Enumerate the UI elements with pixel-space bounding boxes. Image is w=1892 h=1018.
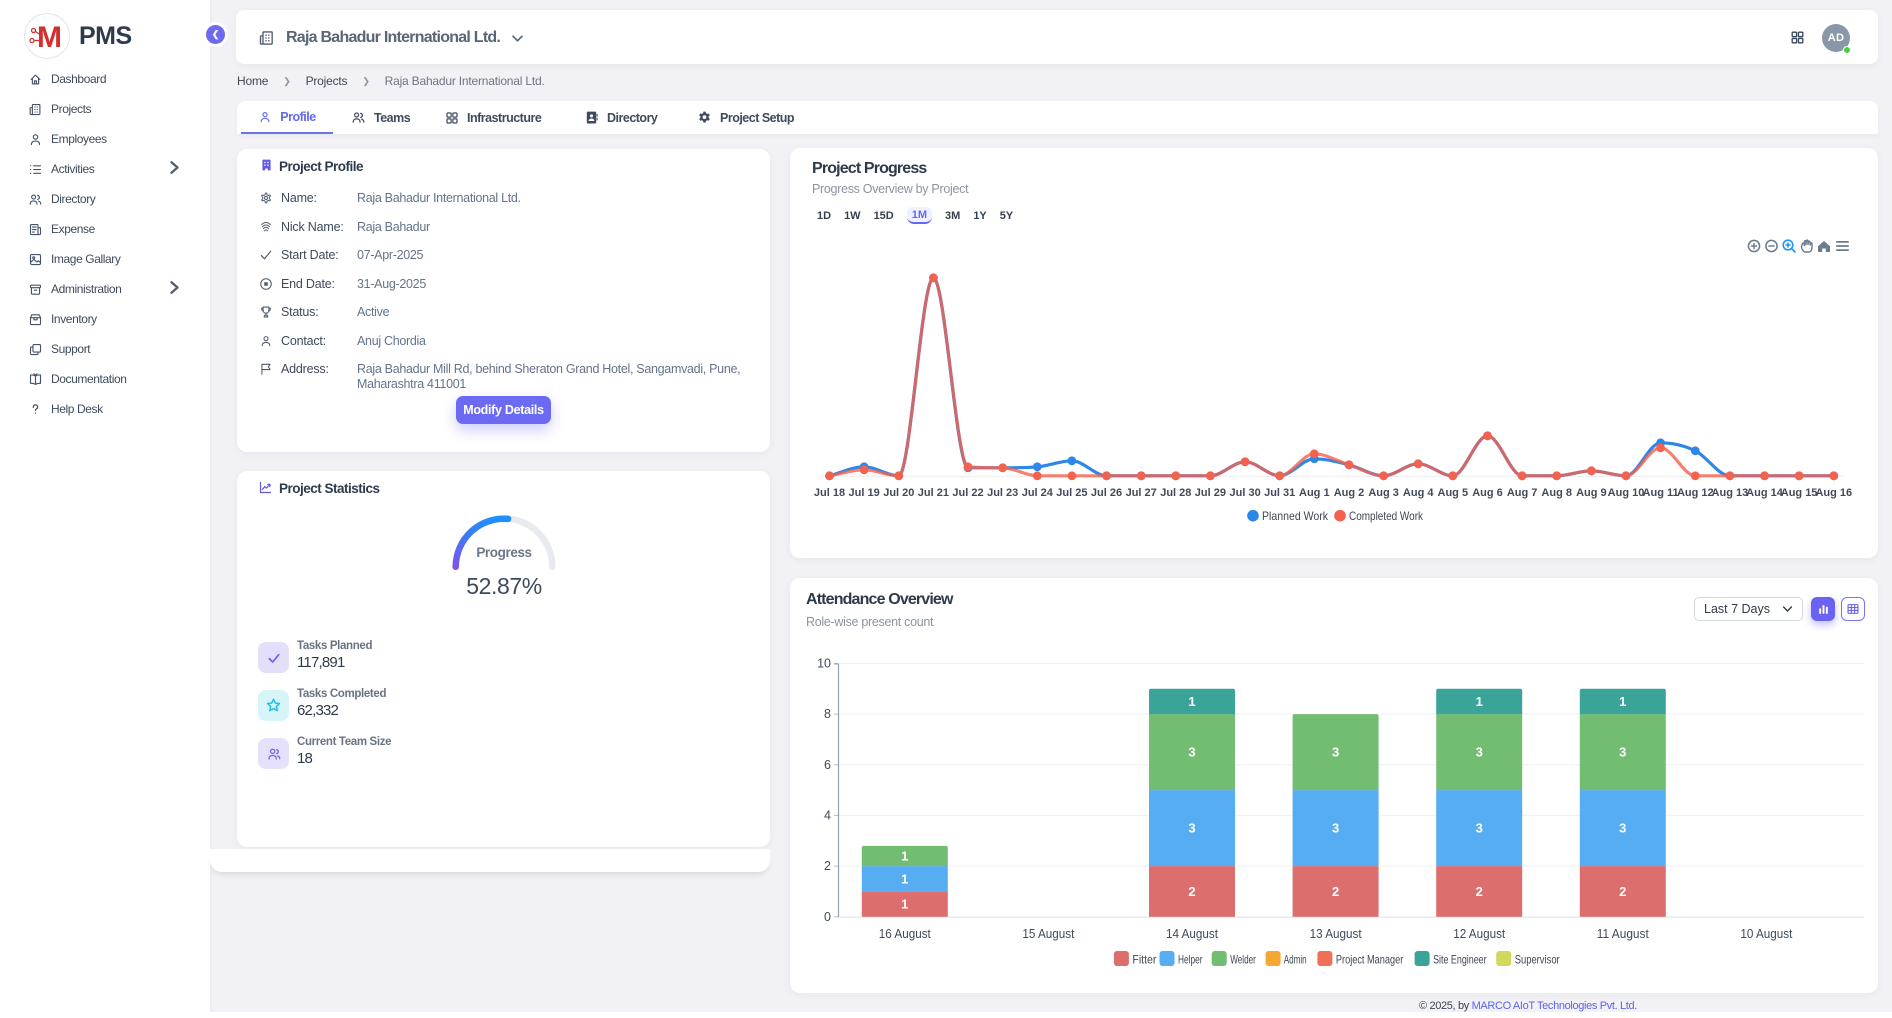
svg-text:Aug 5: Aug 5: [1438, 487, 1469, 499]
svg-text:1: 1: [901, 871, 908, 886]
svg-text:Jul 22: Jul 22: [952, 487, 983, 499]
svg-text:3: 3: [1332, 745, 1339, 760]
svg-text:Aug 15: Aug 15: [1781, 487, 1818, 499]
svg-text:Admin: Admin: [1284, 953, 1307, 967]
svg-text:3: 3: [1332, 821, 1339, 836]
svg-text:Jul 25: Jul 25: [1056, 487, 1087, 499]
svg-text:Aug 13: Aug 13: [1712, 487, 1749, 499]
svg-text:16 August: 16 August: [879, 927, 931, 941]
svg-text:Jul 20: Jul 20: [883, 487, 914, 499]
svg-text:Supervisor: Supervisor: [1515, 953, 1560, 967]
svg-text:1: 1: [1188, 694, 1195, 709]
svg-text:Completed Work: Completed Work: [1349, 509, 1424, 523]
svg-text:1: 1: [901, 849, 908, 864]
svg-text:Jul 31: Jul 31: [1264, 487, 1295, 499]
svg-text:Site Engineer: Site Engineer: [1433, 953, 1487, 967]
svg-text:Jul 27: Jul 27: [1126, 487, 1157, 499]
svg-text:11 August: 11 August: [1597, 927, 1649, 941]
svg-text:2: 2: [824, 859, 831, 873]
svg-text:10: 10: [817, 656, 831, 670]
svg-text:Jul 29: Jul 29: [1195, 487, 1226, 499]
svg-text:15 August: 15 August: [1022, 927, 1074, 941]
svg-text:3: 3: [1619, 821, 1626, 836]
svg-text:Jul 30: Jul 30: [1230, 487, 1261, 499]
svg-text:Project Manager: Project Manager: [1336, 953, 1403, 967]
svg-text:Jul 28: Jul 28: [1160, 487, 1191, 499]
svg-text:M: M: [37, 21, 61, 54]
svg-text:4: 4: [824, 808, 831, 822]
svg-text:3: 3: [1619, 745, 1626, 760]
svg-text:14 August: 14 August: [1166, 927, 1218, 941]
svg-text:Planned Work: Planned Work: [1262, 509, 1329, 523]
svg-text:Aug 3: Aug 3: [1368, 487, 1399, 499]
svg-text:Fitter: Fitter: [1132, 953, 1156, 967]
svg-text:10 August: 10 August: [1740, 927, 1792, 941]
svg-text:2: 2: [1332, 884, 1339, 899]
svg-text:3: 3: [1188, 745, 1195, 760]
svg-text:Aug 4: Aug 4: [1403, 487, 1434, 499]
svg-text:2: 2: [1476, 884, 1483, 899]
svg-text:Aug 2: Aug 2: [1334, 487, 1365, 499]
svg-text:2: 2: [1619, 884, 1626, 899]
svg-text:13 August: 13 August: [1310, 927, 1362, 941]
svg-text:3: 3: [1476, 745, 1483, 760]
svg-text:Jul 23: Jul 23: [987, 487, 1018, 499]
svg-text:2: 2: [1188, 884, 1195, 899]
svg-text:1: 1: [901, 897, 908, 912]
svg-text:Helper: Helper: [1178, 953, 1203, 967]
svg-text:Aug 9: Aug 9: [1576, 487, 1607, 499]
svg-text:Aug 10: Aug 10: [1608, 487, 1645, 499]
svg-text:12 August: 12 August: [1453, 927, 1505, 941]
svg-text:3: 3: [1188, 821, 1195, 836]
svg-text:Jul 19: Jul 19: [849, 487, 880, 499]
svg-text:Aug 11: Aug 11: [1643, 487, 1679, 499]
svg-text:Jul 24: Jul 24: [1022, 487, 1054, 499]
svg-text:Aug 8: Aug 8: [1541, 487, 1572, 499]
svg-text:Jul 26: Jul 26: [1091, 487, 1122, 499]
svg-text:8: 8: [824, 707, 831, 721]
svg-text:Jul 18: Jul 18: [814, 487, 845, 499]
svg-text:Jul 21: Jul 21: [918, 487, 949, 499]
svg-text:Aug 6: Aug 6: [1472, 487, 1503, 499]
svg-text:Aug 16: Aug 16: [1815, 487, 1852, 499]
svg-text:1: 1: [1476, 694, 1483, 709]
svg-text:0: 0: [824, 910, 831, 924]
svg-text:Aug 14: Aug 14: [1746, 487, 1784, 499]
svg-text:1: 1: [1619, 694, 1626, 709]
svg-text:Aug 12: Aug 12: [1677, 487, 1714, 499]
svg-text:6: 6: [824, 758, 831, 772]
svg-text:Welder: Welder: [1230, 953, 1256, 967]
svg-text:Aug 7: Aug 7: [1507, 487, 1538, 499]
svg-text:3: 3: [1476, 821, 1483, 836]
svg-text:Aug 1: Aug 1: [1299, 487, 1330, 499]
